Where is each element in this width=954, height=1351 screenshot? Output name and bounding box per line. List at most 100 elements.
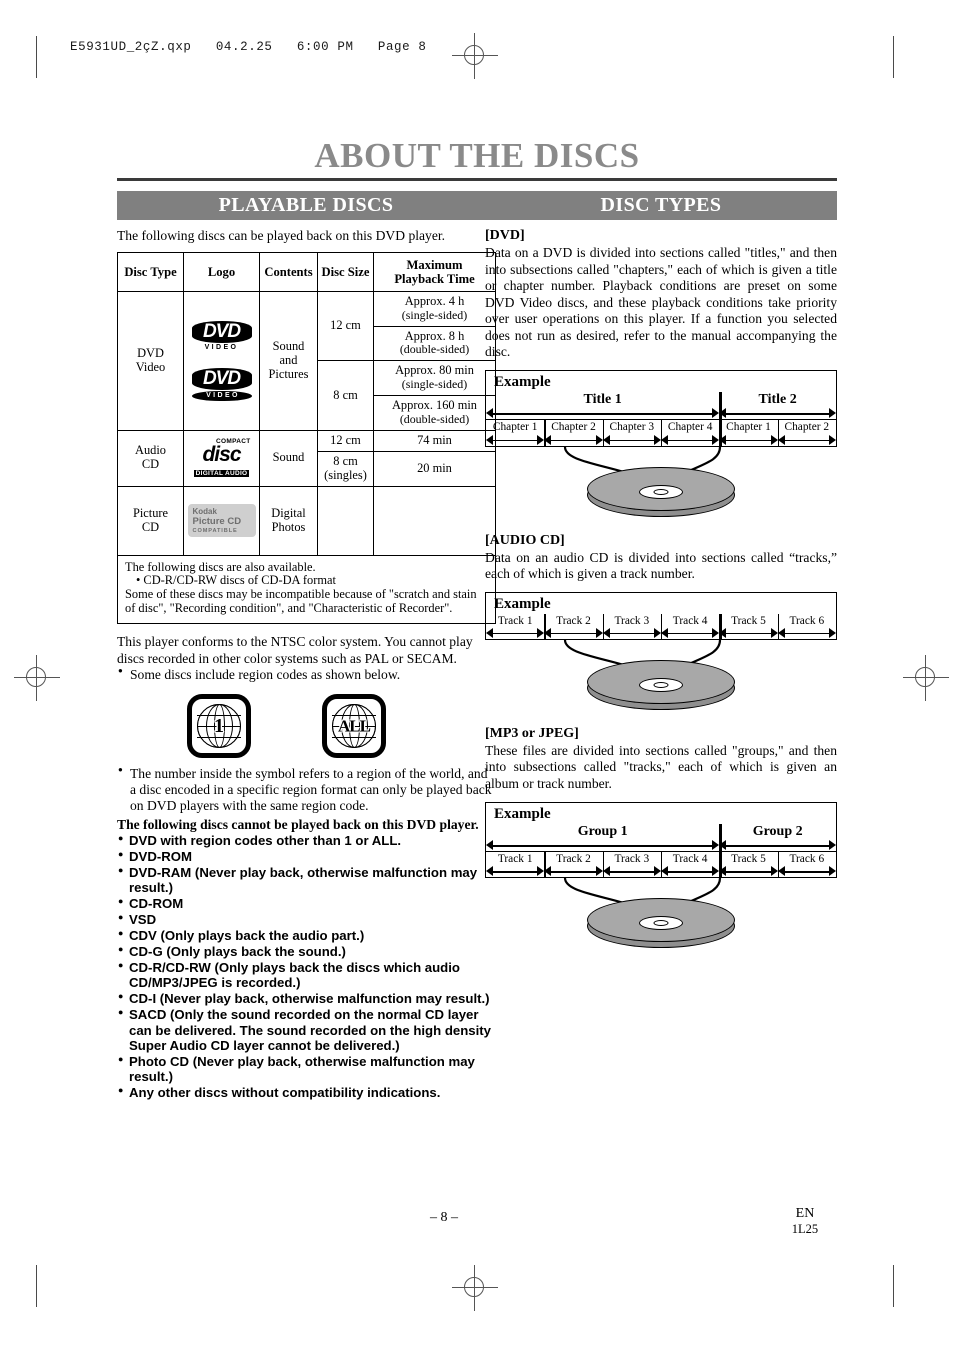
note-line-2: • CD-R/CD-RW discs of CD-DA format: [136, 573, 336, 588]
dvd-logo-video-text-2: VIDEO: [191, 390, 252, 401]
segment-label: Track 2: [556, 614, 591, 627]
time-line2: (single-sided): [401, 307, 468, 322]
segment-label: Chapter 4: [667, 421, 713, 434]
crop-mark-top-left: [36, 36, 37, 78]
range-arrow: [660, 866, 720, 877]
segment-divider: [777, 613, 779, 639]
footer-code: 1L25: [791, 1222, 819, 1236]
range-arrow: [544, 434, 603, 446]
page-number: – 8 –: [430, 1210, 458, 1225]
range-arrow: [719, 434, 778, 446]
subheading-mp3-jpeg: [MP3 or JPEG]: [485, 725, 579, 741]
diagram-example-label: Example: [494, 805, 551, 822]
group-label: Group 2: [752, 823, 803, 839]
region-label-1: 1: [214, 714, 224, 737]
cell-disc-type-picture-cd: Picture CD: [117, 485, 184, 556]
list-item: CD-R/CD-RW (Only plays back the discs wh…: [117, 960, 495, 991]
segment: Track 6: [777, 614, 836, 639]
registration-mark-left: [14, 655, 60, 701]
time-line2: (double-sided): [399, 412, 470, 426]
compact-disc-digital-audio-logo: COMPACT disc DIGITAL AUDIO: [191, 438, 253, 479]
segment-divider: [602, 613, 604, 639]
disc-illustration: [587, 659, 735, 710]
segment: Chapter 3: [602, 420, 661, 445]
diagram-segment-band: Track 1 Track 2 Track 3 Track 4 Track 5: [486, 613, 836, 639]
cell-disc-type-audio-cd: Audio CD: [117, 429, 184, 487]
group-segment: Title 1: [486, 392, 720, 419]
page-title: ABOUT THE DISCS: [314, 136, 640, 175]
segment: Track 5: [719, 852, 778, 877]
diagram-segment-band: Track 1 Track 2 Track 3 Track 4 Track 5: [486, 850, 836, 878]
segment-label: Track 6: [789, 614, 825, 627]
range-arrow: [660, 627, 720, 639]
disc-illustration: [587, 898, 735, 949]
table-row: Picture CD Kodak Picture CD COMPATIBLE D…: [117, 485, 496, 556]
segment: Track 4: [660, 852, 720, 877]
segment-divider: [661, 613, 663, 639]
segment: Track 6: [777, 852, 836, 877]
cell-disc-type-dvd: DVD Video: [117, 290, 184, 431]
registration-mark-right: [903, 655, 949, 701]
disc-specification-table: Disc Type Logo Contents Disc Size Maximu…: [117, 251, 496, 625]
range-arrow: [602, 627, 661, 639]
segment-divider: [719, 851, 722, 878]
table-row: Audio CD COMPACT disc DIGITAL AUDIO Soun…: [117, 429, 496, 487]
diagram-group-band: Group 1 Group 2: [486, 823, 836, 851]
dvd-type-line1: DVD: [137, 345, 164, 360]
range-arrow: [486, 434, 545, 446]
range-arrow: [486, 627, 545, 639]
segment-label: Chapter 2: [784, 421, 830, 434]
print-header-text: E5931UD_2çZ.qxp 04.2.25 6:00 PM Page 8: [70, 40, 427, 54]
dvd-video-logo: DVD VIDEO: [191, 321, 252, 352]
audiocd-type-line1: Audio: [135, 443, 166, 458]
region-code-1-icon: 1: [187, 693, 251, 758]
footer-language: EN: [795, 1206, 815, 1221]
crop-mark-top-right: [893, 36, 894, 78]
cell-additional-discs-note: The following discs are also available. …: [117, 554, 496, 625]
time-line2: (single-sided): [401, 377, 468, 392]
time-line2: (double-sided): [399, 342, 470, 357]
cell-time-dvd-12cm-double: Approx. 8 h (double-sided): [373, 325, 496, 362]
segment: Track 4: [660, 614, 720, 639]
picturecd-type-line2: CD: [141, 519, 160, 534]
range-arrow: [719, 839, 836, 851]
dvd-contents-line2: and: [279, 352, 298, 367]
note-line-3: Some of these discs may be incompatible …: [125, 587, 477, 616]
segment-divider: [544, 851, 546, 878]
kodak-logo-line2: Picture CD: [192, 516, 242, 528]
segment-divider: [777, 851, 779, 878]
playable-discs-intro: The following discs can be played back o…: [117, 228, 446, 243]
cell-size-dvd-8cm: 8 cm: [317, 360, 374, 431]
dvd-contents-line3: Pictures: [268, 366, 309, 381]
group-label: Group 1: [577, 823, 628, 839]
paragraph-audio-cd: Data on an audio CD is divided into sect…: [485, 549, 837, 582]
time-line1: Approx. 80 min: [395, 363, 474, 378]
disc-illustration-dvd-wrap: [485, 446, 837, 521]
disc-illustration-mp3-jpeg-wrap: [485, 878, 837, 952]
cell-size-audiocd-12cm: 12 cm: [317, 429, 374, 452]
segment: Track 5: [719, 614, 778, 639]
right-column: [DVD] Data on a DVD is divided into sect…: [485, 228, 837, 952]
registration-mark-bottom: [452, 1265, 498, 1311]
range-arrow: [486, 408, 720, 419]
range-arrow: [777, 434, 836, 446]
segment: Chapter 1: [719, 420, 778, 446]
cell-size-picture-cd: [317, 485, 374, 556]
range-arrow: [777, 627, 836, 639]
region-code-all-icon: ALL: [322, 693, 386, 758]
cannot-play-heading: The following discs cannot be played bac…: [117, 816, 479, 832]
cell-time-audiocd-12cm: 74 min: [373, 429, 496, 452]
cd-logo-disc-text: disc: [202, 442, 241, 466]
cd-logo-digital-audio-text: DIGITAL AUDIO: [193, 469, 250, 478]
segment-label: Track 5: [731, 614, 766, 627]
th-max-line1: Maximum: [406, 257, 463, 272]
group-segment: Group 1: [486, 823, 720, 851]
range-arrow: [486, 866, 545, 877]
subheading-audio-cd: [AUDIO CD]: [485, 532, 565, 548]
segment-divider: [544, 613, 546, 639]
table-header-row: Disc Type Logo Contents Disc Size Maximu…: [117, 251, 496, 292]
cannot-play-list: DVD with region codes other than 1 or AL…: [117, 833, 495, 1101]
dvd-video-logo-inverted: DVD VIDEO: [191, 367, 252, 401]
group-label: Title 2: [758, 392, 797, 408]
list-item: DVD-RAM (Never play back, otherwise malf…: [117, 865, 495, 896]
